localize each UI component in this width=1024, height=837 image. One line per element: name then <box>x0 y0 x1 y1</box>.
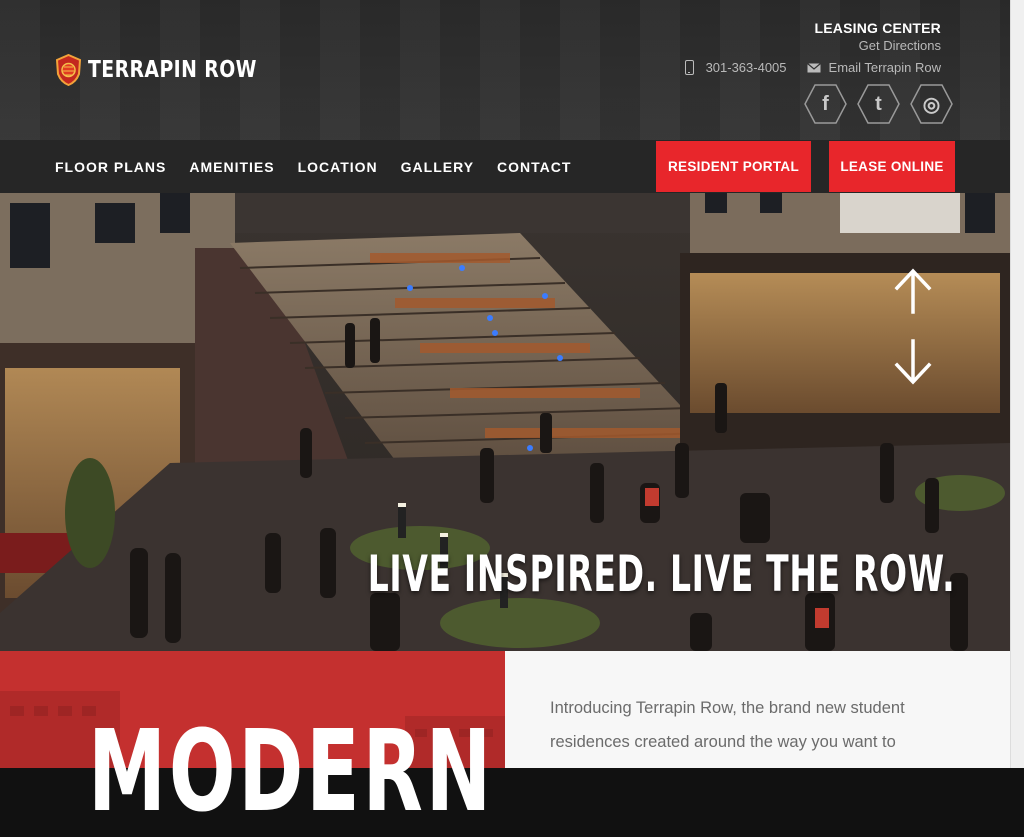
leasing-center-title: LEASING CENTER <box>814 20 941 36</box>
terrapin-shield-icon <box>55 54 82 86</box>
contact-row: 301-363-4005 Email Terrapin Row <box>684 60 941 75</box>
intro-text: Introducing Terrapin Row, the brand new … <box>550 699 905 751</box>
twitter-icon[interactable]: t <box>857 84 900 124</box>
resident-portal-button[interactable]: RESIDENT PORTAL <box>656 141 811 192</box>
mail-icon <box>806 62 821 72</box>
email-link[interactable]: Email Terrapin Row <box>787 60 941 75</box>
get-directions-link[interactable]: Get Directions <box>815 38 941 53</box>
leasing-center: LEASING CENTER Get Directions <box>815 20 941 53</box>
instagram-icon[interactable]: ◎ <box>910 84 953 124</box>
social-links: f t ◎ <box>804 84 953 124</box>
phone-number: 301-363-4005 <box>705 60 787 75</box>
nav-links: FLOOR PLANS AMENITIES LOCATION GALLERY C… <box>55 140 594 193</box>
page-scrollbar[interactable] <box>1010 0 1024 768</box>
nav-item-floor-plans[interactable]: FLOOR PLANS <box>55 159 166 175</box>
site-header: TERRAPIN ROW LEASING CENTER Get Directio… <box>0 0 1010 140</box>
phone-icon <box>684 60 694 75</box>
modern-headline: MODERN <box>88 707 495 837</box>
email-label: Email Terrapin Row <box>828 60 941 75</box>
phone-link[interactable]: 301-363-4005 <box>684 60 787 75</box>
hero-tagline: LIVE INSPIRED. LIVE THE ROW. <box>367 545 955 603</box>
scroll-down-arrow-icon[interactable] <box>893 339 933 385</box>
hero-banner: LIVE INSPIRED. LIVE THE ROW. <box>0 193 1010 651</box>
nav-item-location[interactable]: LOCATION <box>298 159 378 175</box>
facebook-icon[interactable]: f <box>804 84 847 124</box>
nav-item-gallery[interactable]: GALLERY <box>401 159 474 175</box>
nav-item-contact[interactable]: CONTACT <box>497 159 571 175</box>
brand-logo[interactable]: TERRAPIN ROW <box>55 54 294 86</box>
nav-item-amenities[interactable]: AMENITIES <box>189 159 274 175</box>
lease-online-button[interactable]: LEASE ONLINE <box>829 141 955 192</box>
intro-panel: Introducing Terrapin Row, the brand new … <box>505 651 1010 768</box>
brand-name: TERRAPIN ROW <box>88 57 257 83</box>
scroll-up-arrow-icon[interactable] <box>893 268 933 314</box>
